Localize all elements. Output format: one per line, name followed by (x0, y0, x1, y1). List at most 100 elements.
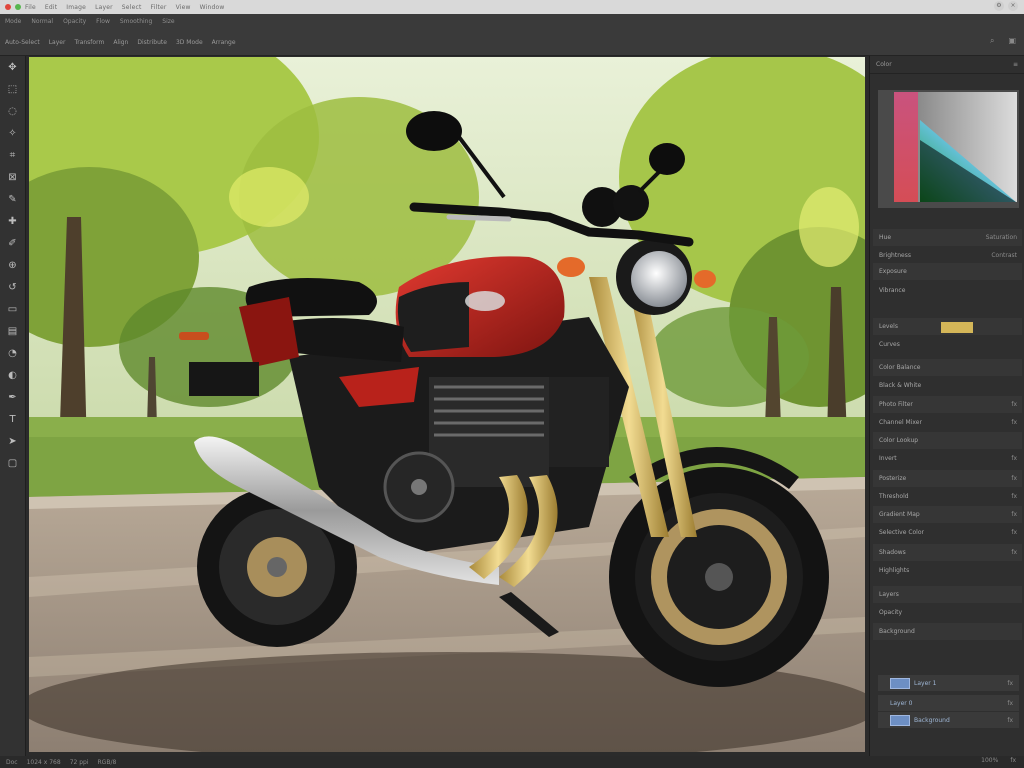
menu-edit[interactable]: Edit (45, 4, 57, 11)
layer-name: Layer 0 (890, 699, 913, 707)
property-row[interactable]: Highlights (873, 562, 1022, 579)
menu-bar: File Edit Image Layer Select Filter View… (0, 0, 1024, 14)
option-distribute[interactable]: Distribute (137, 39, 167, 46)
menu-filter[interactable]: Filter (151, 4, 167, 11)
zoom-level[interactable]: 100% (981, 757, 998, 764)
property-row[interactable]: Opacity (873, 604, 1022, 621)
layer-row[interactable]: Layer 1 fx (878, 675, 1019, 691)
property-label: Hue (879, 234, 892, 241)
healing-tool-icon[interactable]: ✚ (6, 214, 20, 229)
property-value: fx (1011, 549, 1017, 556)
menu-file[interactable]: File (25, 4, 36, 11)
option-auto-select[interactable]: Auto-Select (5, 39, 40, 46)
property-row[interactable]: Posterize fx (873, 470, 1022, 487)
property-row[interactable]: Threshold fx (873, 488, 1022, 505)
property-row[interactable]: Shadows fx (873, 544, 1022, 561)
crop-tool-icon[interactable]: ⌗ (6, 148, 20, 163)
property-row[interactable]: Photo Filter fx (873, 396, 1022, 413)
panel-menu-icon[interactable]: ≡ (1013, 61, 1018, 68)
pen-tool-icon[interactable]: ✒ (6, 390, 20, 405)
property-value: fx (1011, 529, 1017, 536)
close-icon[interactable]: × (1008, 1, 1018, 11)
property-row[interactable]: Brightness Contrast (873, 247, 1022, 264)
option-align[interactable]: Align (113, 39, 128, 46)
layer-info: Background (890, 714, 950, 726)
option-arrange[interactable]: Arrange (212, 39, 236, 46)
property-row[interactable]: Curves (873, 336, 1022, 353)
dodge-tool-icon[interactable]: ◐ (6, 368, 20, 383)
option-flow[interactable]: Flow (96, 18, 110, 25)
move-tool-icon[interactable]: ✥ (6, 60, 20, 75)
property-row[interactable]: Color Lookup (873, 432, 1022, 449)
gradient-tool-icon[interactable]: ▤ (6, 324, 20, 339)
color-field[interactable] (878, 90, 1019, 208)
marquee-tool-icon[interactable]: ⬚ (6, 82, 20, 97)
menu-layer[interactable]: Layer (95, 4, 113, 11)
eraser-tool-icon[interactable]: ▭ (6, 302, 20, 317)
property-row[interactable]: Gradient Map fx (873, 506, 1022, 523)
option-layer[interactable]: Layer (49, 39, 66, 46)
eyedropper-tool-icon[interactable]: ✎ (6, 192, 20, 207)
document-canvas[interactable] (29, 57, 865, 752)
option-size[interactable]: Size (162, 18, 174, 25)
blur-tool-icon[interactable]: ◔ (6, 346, 20, 361)
layer-fx-badge[interactable]: fx (1007, 700, 1013, 707)
layer-row[interactable]: Background fx (878, 712, 1019, 728)
layer-fx-badge[interactable]: fx (1007, 717, 1013, 724)
status-fx[interactable]: fx (1010, 757, 1016, 764)
history-brush-icon[interactable]: ↺ (6, 280, 20, 295)
property-row[interactable]: Background (873, 623, 1022, 640)
layer-thumbnail[interactable] (890, 714, 910, 726)
menu-select[interactable]: Select (122, 4, 142, 11)
property-row[interactable]: Color Balance (873, 359, 1022, 376)
option-mode[interactable]: Mode (5, 18, 21, 25)
magic-wand-tool-icon[interactable]: ✧ (6, 126, 20, 141)
layer-thumbnail[interactable] (890, 677, 910, 689)
property-row[interactable]: Levels (873, 318, 1022, 335)
app-badge-icon (15, 4, 21, 10)
property-row[interactable]: Vibrance (873, 282, 1022, 299)
property-row[interactable]: Black & White (873, 377, 1022, 394)
option-blend[interactable]: Normal (31, 18, 53, 25)
stamp-tool-icon[interactable]: ⊕ (6, 258, 20, 273)
menu-window[interactable]: Window (200, 4, 225, 11)
property-row[interactable]: Hue Saturation (873, 229, 1022, 246)
layer-info: Layer 1 (890, 677, 936, 689)
option-transform[interactable]: Transform (74, 39, 104, 46)
workspace-icon[interactable]: ▣ (1008, 36, 1016, 46)
motorcycle-photo (29, 57, 865, 752)
search-icon[interactable]: ⌕ (990, 36, 994, 46)
property-label: Black & White (879, 382, 922, 389)
property-row[interactable]: Selective Color fx (873, 524, 1022, 541)
menu-view[interactable]: View (176, 4, 191, 11)
type-tool-icon[interactable]: T (6, 412, 20, 427)
property-row[interactable]: Channel Mixer fx (873, 414, 1022, 431)
property-label: Gradient Map (879, 511, 920, 518)
color-picker[interactable] (878, 90, 1019, 208)
property-label: Curves (879, 341, 900, 348)
property-label: Vibrance (879, 287, 906, 294)
path-select-icon[interactable]: ➤ (6, 434, 20, 449)
panel-header: Color ≡ (870, 56, 1024, 74)
option-opacity[interactable]: Opacity (63, 18, 86, 25)
app-logo-icon (5, 4, 11, 10)
frame-tool-icon[interactable]: ⊠ (6, 170, 20, 185)
shape-tool-icon[interactable]: ▢ (6, 456, 20, 471)
property-row[interactable]: Invert fx (873, 450, 1022, 467)
layer-row[interactable]: Layer 0 fx (878, 695, 1019, 711)
option-smoothing[interactable]: Smoothing (120, 18, 152, 25)
layer-fx-badge[interactable]: fx (1007, 680, 1013, 687)
property-row[interactable]: Exposure (873, 263, 1022, 280)
property-value: fx (1011, 419, 1017, 426)
status-bar: Doc 1024 x 768 72 ppi RGB/8 100% fx (0, 756, 1024, 768)
settings-icon[interactable]: ⚙ (994, 1, 1004, 11)
lasso-tool-icon[interactable]: ◌ (6, 104, 20, 119)
status-mode: RGB/8 (97, 758, 117, 766)
highlight-swatch[interactable] (941, 322, 973, 333)
property-row[interactable]: Layers (873, 586, 1022, 603)
property-label: Color Lookup (879, 437, 919, 444)
property-label: Background (879, 628, 915, 635)
brush-tool-icon[interactable]: ✐ (6, 236, 20, 251)
option-3d-mode[interactable]: 3D Mode (176, 39, 203, 46)
menu-image[interactable]: Image (66, 4, 86, 11)
